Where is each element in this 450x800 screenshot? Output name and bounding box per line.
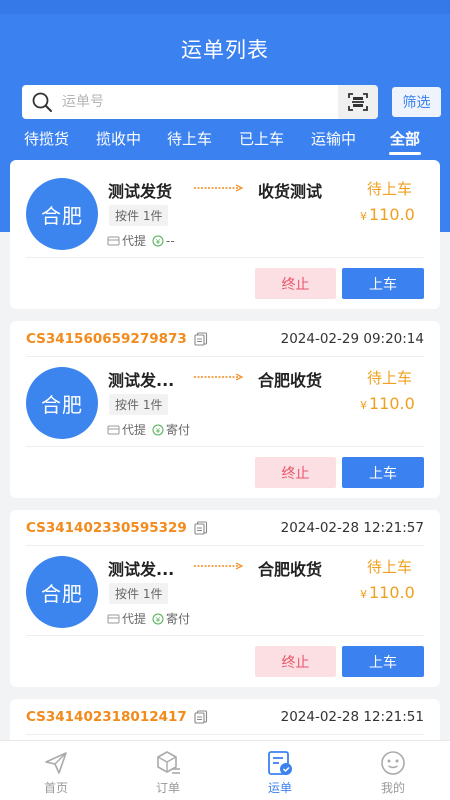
terminate-button[interactable]: 终止 <box>255 268 336 299</box>
order-number: CS341560659279873 <box>26 330 187 347</box>
status-badge: 待上车 <box>367 180 413 198</box>
svg-text:¥: ¥ <box>156 427 161 435</box>
price-value: ¥110.0 <box>360 205 415 224</box>
filter-button[interactable]: 筛选 <box>392 87 441 117</box>
copy-icon[interactable] <box>194 520 208 535</box>
price-value: ¥110.0 <box>360 583 415 602</box>
origin-avatar: 合肥 <box>26 178 98 250</box>
terminate-button[interactable]: 终止 <box>255 457 336 488</box>
pickup-icon <box>107 424 120 436</box>
order-number: CS341402318012417 <box>26 708 187 725</box>
payment-icon: ¥ <box>152 613 164 625</box>
origin-avatar: 合肥 <box>26 367 98 439</box>
tab-in-transit[interactable]: 运输中 <box>311 128 356 149</box>
order-time: 2024-02-28 12:21:57 <box>280 519 424 536</box>
status-bar <box>0 0 450 14</box>
page-title: 运单列表 <box>181 38 269 62</box>
waybill-card[interactable]: CS341402318012417 2024-02-28 12:21:51 <box>10 699 440 740</box>
smiley-icon <box>379 749 407 777</box>
active-tab-indicator <box>389 152 421 155</box>
price-value: ¥110.0 <box>360 394 415 413</box>
delivery-meta: 代提 ¥ -- <box>107 232 175 249</box>
card-header: CS341402318012417 2024-02-28 12:21:51 <box>26 699 424 735</box>
nav-profile[interactable]: 我的 <box>353 741 433 800</box>
status-badge: 待上车 <box>367 369 413 387</box>
waybill-card[interactable]: 合肥 测试发货 收货测试 待上车 按件 1件 ¥110.0 代提 ¥ -- 终止… <box>10 160 440 309</box>
copy-icon[interactable] <box>194 331 208 346</box>
load-button[interactable]: 上车 <box>342 457 424 488</box>
load-button[interactable]: 上车 <box>342 646 424 677</box>
sender-name: 测试发... <box>108 371 175 390</box>
nav-home[interactable]: 首页 <box>16 741 96 800</box>
payment-icon: ¥ <box>152 424 164 436</box>
copy-icon[interactable] <box>194 709 208 724</box>
paper-plane-icon <box>43 749 69 777</box>
waybill-icon <box>266 749 294 777</box>
pickup-icon <box>107 235 120 247</box>
tab-all[interactable]: 全部 <box>390 128 420 149</box>
origin-avatar: 合肥 <box>26 556 98 628</box>
search-box[interactable] <box>22 85 378 119</box>
card-divider <box>26 446 424 447</box>
waybill-card[interactable]: CS341402330595329 2024-02-28 12:21:57 合肥… <box>10 510 440 687</box>
receiver-name: 合肥收货 <box>258 371 323 390</box>
scan-icon[interactable] <box>338 85 378 119</box>
tab-pending-pickup[interactable]: 待揽货 <box>24 128 69 149</box>
terminate-button[interactable]: 终止 <box>255 646 336 677</box>
svg-text:¥: ¥ <box>156 238 161 246</box>
receiver-name: 收货测试 <box>258 182 323 201</box>
card-header: CS341402330595329 2024-02-28 12:21:57 <box>26 510 424 546</box>
status-tabs: 待揽货 揽收中 待上车 已上车 运输中 全部 <box>0 128 450 156</box>
order-time: 2024-02-28 12:21:51 <box>280 708 424 725</box>
card-divider <box>26 635 424 636</box>
search-icon <box>22 85 62 119</box>
arrow-icon <box>194 373 244 381</box>
card-header: CS341560659279873 2024-02-29 09:20:14 <box>26 321 424 357</box>
pickup-icon <box>107 613 120 625</box>
search-input[interactable] <box>62 85 338 119</box>
tab-pending-load[interactable]: 待上车 <box>167 128 212 149</box>
svg-text:¥: ¥ <box>156 616 161 624</box>
nav-orders[interactable]: 订单 <box>128 741 208 800</box>
nav-waybills[interactable]: 运单 <box>240 741 320 800</box>
delivery-meta: 代提 ¥ 寄付 <box>107 610 190 627</box>
arrow-icon <box>194 184 244 192</box>
pieces-label: 按件 1件 <box>109 394 169 415</box>
status-badge: 待上车 <box>367 558 413 576</box>
delivery-meta: 代提 ¥ 寄付 <box>107 421 190 438</box>
receiver-name: 合肥收货 <box>258 560 323 579</box>
sender-name: 测试发... <box>108 560 175 579</box>
pieces-label: 按件 1件 <box>109 205 169 226</box>
waybill-card[interactable]: CS341560659279873 2024-02-29 09:20:14 合肥… <box>10 321 440 498</box>
payment-icon: ¥ <box>152 235 164 247</box>
load-button[interactable]: 上车 <box>342 268 424 299</box>
sender-name: 测试发货 <box>108 182 173 201</box>
tab-collecting[interactable]: 揽收中 <box>96 128 141 149</box>
tab-loaded[interactable]: 已上车 <box>239 128 284 149</box>
box-list-icon <box>154 749 182 777</box>
arrow-icon <box>194 562 244 570</box>
bottom-nav: 首页 订单 运单 我的 <box>0 740 450 800</box>
card-divider <box>26 257 424 258</box>
pieces-label: 按件 1件 <box>109 583 169 604</box>
order-time: 2024-02-29 09:20:14 <box>280 330 424 347</box>
order-number: CS341402330595329 <box>26 519 187 536</box>
